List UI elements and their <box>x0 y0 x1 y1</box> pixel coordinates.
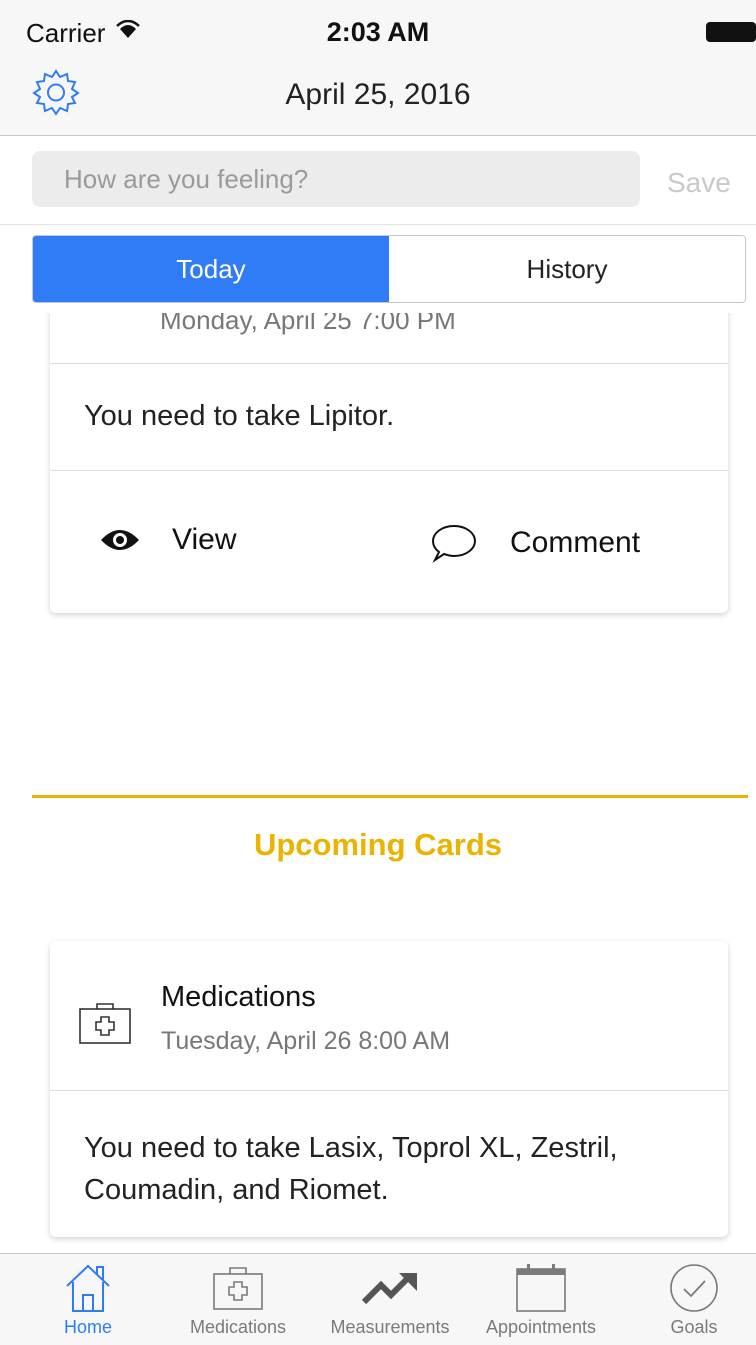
view-label: View <box>172 523 237 556</box>
battery-icon <box>706 22 756 42</box>
eye-icon <box>101 530 139 550</box>
card-header: Monday, April 25 7:00 PM <box>50 313 728 364</box>
card-feed[interactable]: Monday, April 25 7:00 PM You need to tak… <box>0 313 756 1253</box>
tab-label: Goals <box>670 1317 718 1337</box>
feeling-bar: Save <box>0 137 756 225</box>
status-time: 2:03 AM <box>326 17 430 47</box>
card-actions: View Comment <box>50 471 728 611</box>
section-divider <box>32 795 748 798</box>
card-title: Medications <box>161 981 316 1013</box>
medical-kit-icon <box>213 1267 263 1310</box>
tab-bar: Home Medications Measurements Appointmen… <box>0 1253 756 1345</box>
trend-up-icon <box>361 1273 417 1305</box>
check-circle-icon <box>670 1264 718 1312</box>
section-title: Upcoming Cards <box>253 827 503 862</box>
tab-label: Measurements <box>330 1317 450 1337</box>
card-message: You need to take Lasix, Toprol XL, Zestr… <box>84 1132 618 1206</box>
segment-today[interactable]: Today <box>33 236 389 302</box>
tab-label: Appointments <box>485 1317 597 1337</box>
comment-button[interactable]: Comment <box>430 523 640 563</box>
medical-kit-icon <box>79 1003 131 1044</box>
comment-label: Comment <box>510 526 641 559</box>
navigation-bar: April 25, 2016 <box>0 56 756 136</box>
tab-appointments[interactable]: Appointments <box>476 1254 606 1345</box>
status-bar: Carrier 2:03 AM <box>0 0 756 56</box>
card-header: Medications Tuesday, April 26 8:00 AM <box>50 941 728 1091</box>
card-time: Tuesday, April 26 8:00 AM <box>161 1027 451 1055</box>
segmented-control: Today History <box>32 235 746 303</box>
tab-measurements[interactable]: Measurements <box>318 1254 462 1345</box>
view-button[interactable]: View <box>100 523 236 557</box>
reminder-card: Monday, April 25 7:00 PM You need to tak… <box>50 313 728 613</box>
medication-card[interactable]: Medications Tuesday, April 26 8:00 AM Yo… <box>50 941 728 1237</box>
page-title: April 25, 2016 <box>285 78 471 111</box>
segment-history[interactable]: History <box>389 236 745 302</box>
tab-label: Medications <box>189 1317 287 1337</box>
save-button[interactable]: Save <box>667 167 731 199</box>
card-message: You need to take Lipitor. <box>50 364 728 471</box>
tab-medications[interactable]: Medications <box>176 1254 300 1345</box>
speech-bubble-icon <box>431 524 477 563</box>
tab-home[interactable]: Home <box>44 1254 132 1345</box>
card-time: Monday, April 25 7:00 PM <box>160 313 456 335</box>
home-icon <box>66 1264 110 1312</box>
tab-goals[interactable]: Goals <box>652 1254 736 1345</box>
feeling-input[interactable] <box>32 151 640 207</box>
tab-label: Home <box>63 1317 112 1337</box>
calendar-icon <box>516 1264 566 1312</box>
